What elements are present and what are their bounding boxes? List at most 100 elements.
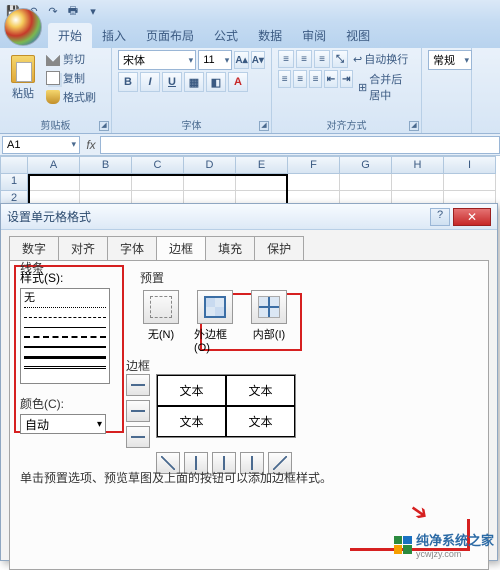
preset-outer-button[interactable]	[197, 290, 233, 324]
underline-button[interactable]: U	[162, 72, 182, 92]
preset-none-button[interactable]	[143, 290, 179, 324]
dialog-help-button[interactable]: ?	[430, 208, 450, 226]
font-dialog-launcher[interactable]: ◢	[259, 121, 269, 131]
cut-button[interactable]: 剪切	[44, 50, 98, 68]
line-style-list[interactable]: 无	[20, 288, 110, 384]
border-color-combo[interactable]: 自动	[20, 414, 106, 434]
dlg-tab-protect[interactable]: 保护	[254, 236, 304, 260]
formula-input[interactable]	[100, 136, 500, 154]
select-all-corner[interactable]	[0, 156, 28, 174]
col-header-b[interactable]: B	[80, 156, 132, 174]
indent-inc-button[interactable]: ⇥	[340, 70, 353, 88]
cell[interactable]	[236, 174, 288, 191]
col-header-h[interactable]: H	[392, 156, 444, 174]
tab-page-layout[interactable]: 页面布局	[136, 23, 204, 48]
clipboard-dialog-launcher[interactable]: ◢	[99, 121, 109, 131]
col-header-c[interactable]: C	[132, 156, 184, 174]
align-dialog-launcher[interactable]: ◢	[409, 121, 419, 131]
line-style-thick3[interactable]	[24, 356, 106, 359]
fill-color-button[interactable]: ◧	[206, 72, 226, 92]
dialog-titlebar[interactable]: 设置单元格格式 ? ✕	[1, 204, 497, 230]
line-style-dash[interactable]	[24, 317, 106, 318]
cell[interactable]	[28, 174, 80, 191]
dialog-close-button[interactable]: ✕	[453, 208, 491, 226]
preview-cell: 文本	[226, 375, 295, 406]
cell[interactable]	[444, 174, 496, 191]
font-size-combo[interactable]: 11	[198, 50, 232, 70]
tab-review[interactable]: 审阅	[292, 23, 336, 48]
col-header-i[interactable]: I	[444, 156, 496, 174]
italic-button[interactable]: I	[140, 72, 160, 92]
row-header-1[interactable]: 1	[0, 174, 28, 191]
col-header-e[interactable]: E	[236, 156, 288, 174]
cut-label: 剪切	[63, 51, 85, 67]
align-center-button[interactable]: ≡	[293, 70, 306, 88]
border-preview[interactable]: 文本 文本 文本 文本	[156, 374, 296, 438]
preset-inner-button[interactable]	[251, 290, 287, 324]
preset-section-label: 预置	[140, 269, 290, 286]
tab-view[interactable]: 视图	[336, 23, 380, 48]
line-style-dot[interactable]	[24, 307, 106, 308]
ribbon-tab-row: 开始 插入 页面布局 公式 数据 审阅 视图	[0, 22, 500, 48]
cell[interactable]	[340, 174, 392, 191]
bold-button[interactable]: B	[118, 72, 138, 92]
tab-insert[interactable]: 插入	[92, 23, 136, 48]
dialog-body: 线条 样式(S): 无 颜色(C): 自动 预置 无	[9, 260, 489, 570]
dlg-tab-align[interactable]: 对齐	[58, 236, 108, 260]
border-top-button[interactable]	[126, 374, 150, 396]
tab-formulas[interactable]: 公式	[204, 23, 248, 48]
format-painter-button[interactable]: 格式刷	[44, 88, 98, 106]
office-button[interactable]	[4, 8, 42, 46]
preset-outer-icon	[204, 296, 226, 318]
cell[interactable]	[184, 174, 236, 191]
tab-home[interactable]: 开始	[48, 23, 92, 48]
dlg-tab-number[interactable]: 数字	[9, 236, 59, 260]
font-color-button[interactable]: A	[228, 72, 248, 92]
dlg-tab-font[interactable]: 字体	[107, 236, 157, 260]
dlg-tab-fill[interactable]: 填充	[205, 236, 255, 260]
border-hmiddle-button[interactable]	[126, 400, 150, 422]
format-cells-dialog: 设置单元格格式 ? ✕ 数字 对齐 字体 边框 填充 保护 线条 样式(S): …	[0, 203, 498, 561]
grow-font-button[interactable]: A▴	[234, 51, 248, 69]
col-header-d[interactable]: D	[184, 156, 236, 174]
align-right-button[interactable]: ≡	[309, 70, 322, 88]
cell[interactable]	[392, 174, 444, 191]
merge-center-button[interactable]: ⊞合并后居中	[355, 70, 415, 104]
align-middle-button[interactable]: ≡	[296, 50, 312, 68]
col-header-g[interactable]: G	[340, 156, 392, 174]
qat-print-icon[interactable]: 🖶	[64, 2, 82, 20]
cell[interactable]	[80, 174, 132, 191]
line-style-dash2[interactable]	[24, 336, 106, 338]
qat-redo-icon[interactable]: ↷	[44, 2, 62, 20]
align-left-button[interactable]: ≡	[278, 70, 291, 88]
col-header-a[interactable]: A	[28, 156, 80, 174]
orientation-button[interactable]: ⤡	[332, 50, 348, 68]
border-bottom-button[interactable]	[126, 426, 150, 448]
wrap-text-button[interactable]: ↩自动换行	[350, 50, 411, 68]
align-top-button[interactable]: ≡	[278, 50, 294, 68]
name-box[interactable]: A1	[2, 136, 80, 154]
group-label-font: 字体	[112, 117, 271, 132]
dlg-tab-border[interactable]: 边框	[156, 236, 206, 260]
tab-data[interactable]: 数据	[248, 23, 292, 48]
shrink-font-button[interactable]: A▾	[251, 51, 265, 69]
line-style-thick[interactable]	[24, 346, 106, 348]
paste-label: 粘贴	[12, 85, 34, 101]
copy-button[interactable]: 复制	[44, 69, 98, 87]
color-label: 颜色(C):	[20, 395, 106, 412]
indent-dec-button[interactable]: ⇤	[324, 70, 337, 88]
font-name-combo[interactable]: 宋体	[118, 50, 196, 70]
paste-button[interactable]: 粘贴	[6, 50, 40, 112]
number-format-combo[interactable]: 常规	[428, 50, 472, 70]
cell[interactable]	[288, 174, 340, 191]
col-header-f[interactable]: F	[288, 156, 340, 174]
align-bottom-button[interactable]: ≡	[314, 50, 330, 68]
line-style-thin[interactable]	[24, 327, 106, 328]
line-style-none[interactable]: 无	[24, 292, 106, 302]
brush-icon	[46, 90, 60, 104]
border-button[interactable]: ▦	[184, 72, 204, 92]
cell[interactable]	[132, 174, 184, 191]
line-style-double[interactable]	[24, 366, 106, 369]
fx-icon[interactable]: fx	[82, 138, 100, 152]
qat-more-icon[interactable]: ▾	[84, 2, 102, 20]
